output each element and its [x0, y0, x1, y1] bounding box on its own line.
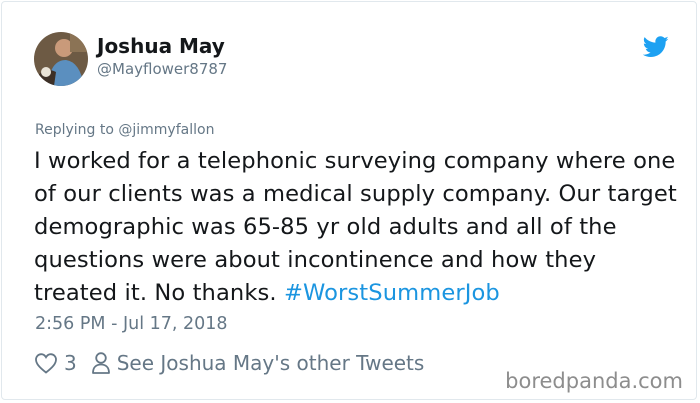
tweet-text: I worked for a telephonic surveying comp…	[34, 145, 684, 310]
reply-context[interactable]: Replying to @jimmyfallon	[35, 122, 214, 138]
hashtag-link[interactable]: #WorstSummerJob	[284, 280, 500, 306]
tweet-actions: 3 See Joshua May's other Tweets	[34, 348, 424, 378]
tweet-timestamp[interactable]: 2:56 PM - Jul 17, 2018	[35, 314, 228, 334]
author-display-name[interactable]: Joshua May	[97, 34, 225, 58]
watermark: boredpanda.com	[505, 369, 683, 393]
twitter-bird-icon[interactable]	[642, 36, 669, 58]
avatar[interactable]	[34, 32, 88, 86]
like-count[interactable]: 3	[64, 351, 77, 375]
author-handle[interactable]: @Mayflower8787	[97, 60, 227, 78]
avatar-image	[34, 32, 88, 86]
person-icon[interactable]	[91, 351, 111, 375]
see-other-tweets-link[interactable]: See Joshua May's other Tweets	[117, 351, 425, 375]
heart-icon[interactable]	[34, 352, 58, 374]
tweet-card: Joshua May @Mayflower8787 Replying to @j…	[1, 1, 697, 400]
